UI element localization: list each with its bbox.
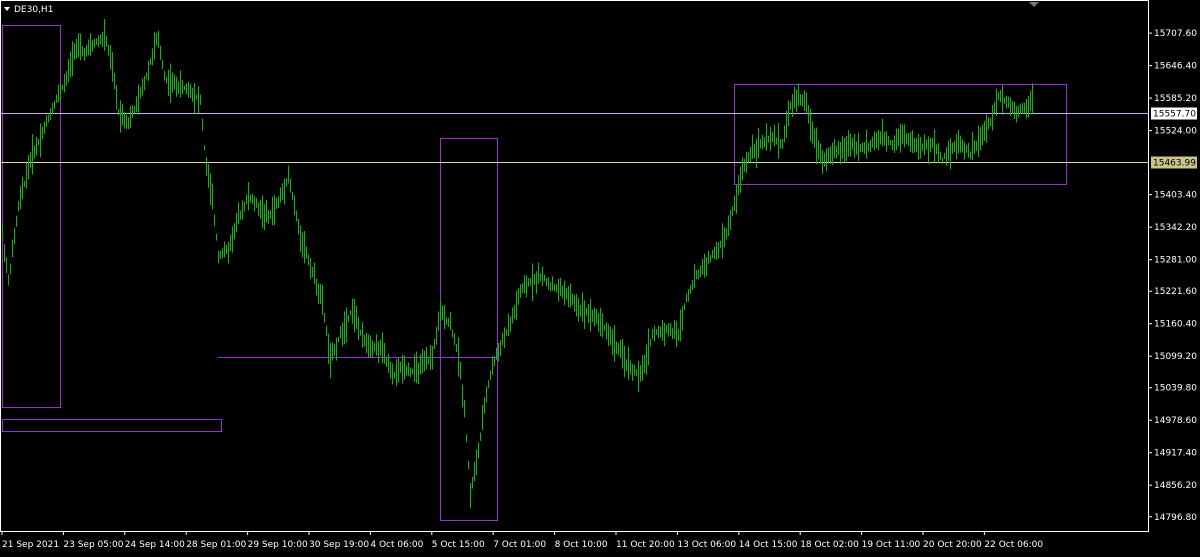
x-tick-label: 23 Sep 05:00: [63, 540, 123, 550]
y-tick-label: 14796.80: [1154, 513, 1197, 523]
y-tick-label: 15524.00: [1154, 127, 1197, 137]
x-tick-label: 18 Oct 02:00: [800, 540, 859, 550]
y-tick-label: 15646.40: [1154, 62, 1197, 72]
price-tag-label: 15463.99: [1153, 159, 1196, 169]
x-tick-label: 30 Sep 19:00: [309, 540, 369, 550]
y-tick-label: 15342.20: [1154, 223, 1197, 233]
x-tick-label: 13 Oct 06:00: [677, 540, 736, 550]
x-tick-label: 7 Oct 01:00: [493, 540, 546, 550]
x-tick-label: 14 Oct 15:00: [739, 540, 798, 550]
x-tick-label: 24 Sep 14:00: [125, 540, 185, 550]
symbol-title: DE30,H1: [14, 5, 53, 15]
y-tick-label: 14978.60: [1154, 416, 1197, 426]
y-tick-label: 15221.60: [1154, 287, 1197, 297]
x-tick-label: 5 Oct 15:00: [432, 540, 485, 550]
x-tick-label: 20 Oct 20:00: [923, 540, 982, 550]
y-tick-label: 15403.40: [1154, 191, 1197, 201]
x-tick-label: 21 Sep 2021: [2, 540, 59, 550]
price-chart: DE30,H1 15707.60 15646.40 15585.20 15524.00…: [0, 0, 1200, 553]
x-tick-label: 19 Oct 11:00: [862, 540, 921, 550]
y-tick-label: 14917.40: [1154, 449, 1197, 459]
x-tick-label: 4 Oct 06:00: [370, 540, 423, 550]
x-tick-label: 8 Oct 10:00: [555, 540, 608, 550]
x-tick-label: 11 Oct 20:00: [616, 540, 675, 550]
x-tick-label: 29 Sep 10:00: [248, 540, 308, 550]
y-tick-label: 14856.20: [1154, 481, 1197, 491]
y-tick-label: 15039.80: [1154, 384, 1197, 394]
y-tick-label: 15585.20: [1154, 94, 1197, 104]
y-tick-label: 15099.20: [1154, 352, 1197, 362]
y-tick-label: 15707.60: [1154, 29, 1197, 39]
chart-window: DE30,H1 15707.60 15646.40 15585.20 15524.00…: [0, 0, 1200, 553]
y-tick-label: 15160.40: [1154, 320, 1197, 330]
y-tick-label: 15281.00: [1154, 256, 1197, 266]
price-tag-label: 15557.70: [1153, 110, 1196, 120]
x-tick-label: 22 Oct 06:00: [984, 540, 1043, 550]
x-tick-label: 28 Sep 01:00: [186, 540, 246, 550]
